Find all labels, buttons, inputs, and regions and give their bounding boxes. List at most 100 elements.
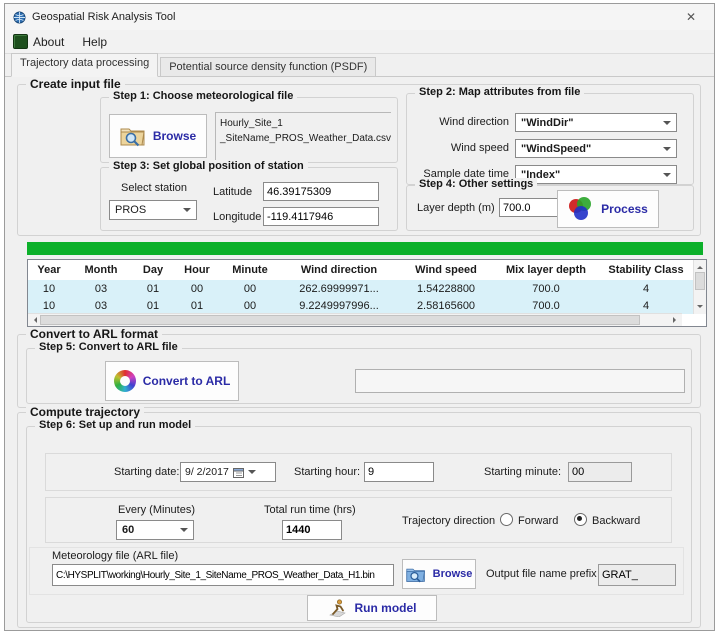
longitude-label: Longitude: [213, 211, 261, 223]
col-wind-speed[interactable]: Wind speed: [398, 260, 494, 280]
met-arl-file-input[interactable]: [52, 564, 394, 586]
cell: 01: [174, 297, 220, 314]
tab-psdf[interactable]: Potential source density function (PSDF): [160, 57, 376, 76]
horizontal-scrollbar[interactable]: [28, 313, 682, 326]
latitude-input[interactable]: [263, 182, 379, 201]
scroll-left-icon[interactable]: [31, 317, 37, 323]
step4-title: Step 4: Other settings: [415, 178, 537, 190]
every-minutes-combo[interactable]: 60: [116, 520, 194, 540]
col-hour[interactable]: Hour: [174, 260, 220, 280]
met-file-name-line2: _SiteName_PROS_Weather_Data.csv: [220, 131, 387, 146]
col-stability-class[interactable]: Stability Class: [598, 260, 694, 280]
layer-depth-input[interactable]: [499, 198, 565, 217]
run-model-button[interactable]: Run model: [307, 595, 437, 621]
wind-direction-combo[interactable]: "WindDir": [515, 113, 677, 132]
cell: 700.0: [494, 297, 598, 314]
group-create-input-file-title: Create input file: [26, 77, 125, 91]
wind-direction-label: Wind direction: [407, 116, 509, 128]
col-mix-layer-depth[interactable]: Mix layer depth: [494, 260, 598, 280]
tab-trajectory-data-processing[interactable]: Trajectory data processing: [11, 53, 158, 77]
browse-button-label: Browse: [153, 129, 196, 143]
col-year[interactable]: Year: [28, 260, 70, 280]
app-icon: [13, 11, 26, 24]
starting-minute-label: Starting minute:: [484, 466, 561, 478]
sample-date-time-combo[interactable]: "Index": [515, 165, 677, 184]
vertical-scrollbar[interactable]: [693, 260, 706, 314]
convert-to-arl-button[interactable]: Convert to ARL: [105, 361, 239, 401]
rgb-circles-icon: [568, 197, 594, 221]
blue-folder-search-icon: [406, 566, 426, 583]
menu-help-label: Help: [82, 35, 107, 49]
forward-radio[interactable]: Forward: [500, 513, 558, 527]
met-file-panel: Meteorology file (ARL file) Browse Outpu…: [29, 547, 684, 595]
rainbow-cycle-icon: [114, 370, 136, 392]
close-button[interactable]: ✕: [678, 8, 704, 26]
cell: 262.69999971...: [280, 280, 398, 297]
table-row[interactable]: 10 03 01 00 00 262.69999971... 1.5422880…: [28, 280, 694, 297]
cell: 4: [598, 297, 694, 314]
scroll-right-icon[interactable]: [673, 317, 679, 323]
about-icon: [13, 34, 28, 49]
convert-to-arl-label: Convert to ARL: [143, 374, 231, 388]
step6-title: Step 6: Set up and run model: [35, 419, 195, 431]
total-run-time-input[interactable]: [282, 520, 342, 540]
process-progress-fill: [27, 242, 703, 255]
forward-radio-label: Forward: [518, 515, 558, 527]
layer-depth-label: Layer depth (m): [417, 202, 495, 214]
col-minute[interactable]: Minute: [220, 260, 280, 280]
menu-about[interactable]: About: [13, 34, 64, 49]
start-time-panel: Starting date: 9/ 2/2017 Starting hour: …: [45, 453, 672, 491]
starting-minute-input[interactable]: [568, 462, 632, 482]
menu-about-label: About: [33, 35, 64, 49]
vertical-scroll-thumb[interactable]: [695, 272, 705, 290]
table-row[interactable]: 10 03 01 01 00 9.2249997996... 2.5816560…: [28, 297, 694, 314]
starting-hour-input[interactable]: [364, 462, 434, 482]
menu-help[interactable]: Help: [82, 35, 107, 49]
group-step1: Step 1: Choose meteorological file Brows…: [100, 97, 398, 163]
table-header-row: Year Month Day Hour Minute Wind directio…: [28, 260, 694, 280]
backward-radio[interactable]: Backward: [574, 513, 640, 527]
choose-met-file-browse-button[interactable]: Browse: [109, 114, 207, 158]
wind-speed-label: Wind speed: [407, 142, 509, 154]
process-button-label: Process: [601, 202, 648, 216]
col-month[interactable]: Month: [70, 260, 132, 280]
output-prefix-input[interactable]: [598, 564, 676, 586]
group-step4: Step 4: Other settings Layer depth (m) P…: [406, 185, 694, 231]
process-button[interactable]: Process: [557, 190, 659, 228]
cell: 01: [132, 297, 174, 314]
forward-radio-icon: [500, 513, 513, 526]
titlebar: Geospatial Risk Analysis Tool ✕: [5, 4, 714, 30]
col-wind-direction[interactable]: Wind direction: [280, 260, 398, 280]
longitude-input[interactable]: [263, 207, 379, 226]
cell: 01: [132, 280, 174, 297]
app-window: Geospatial Risk Analysis Tool ✕ About He…: [4, 3, 715, 631]
weather-data-grid: Year Month Day Hour Minute Wind directio…: [28, 260, 694, 314]
horizontal-scroll-thumb[interactable]: [40, 315, 640, 325]
met-file-name: Hourly_Site_1 _SiteName_PROS_Weather_Dat…: [215, 112, 391, 160]
starting-date-label: Starting date:: [114, 466, 179, 478]
starting-date-value: 9/ 2/2017: [185, 466, 229, 478]
calendar-icon: [233, 467, 244, 478]
starting-hour-label: Starting hour:: [294, 466, 360, 478]
cell: 10: [28, 280, 70, 297]
arl-browse-button[interactable]: Browse: [402, 559, 476, 589]
starting-date-picker[interactable]: 9/ 2/2017: [180, 462, 276, 482]
cell: 00: [220, 280, 280, 297]
cell: 03: [70, 280, 132, 297]
step5-title: Step 5: Convert to ARL file: [35, 341, 182, 353]
col-day[interactable]: Day: [132, 260, 174, 280]
group-convert-title: Convert to ARL format: [26, 327, 162, 341]
wind-speed-combo[interactable]: "WindSpeed": [515, 139, 677, 158]
every-minutes-value: 60: [122, 524, 134, 536]
convert-progress-bar: [355, 369, 685, 393]
weather-data-table: Year Month Day Hour Minute Wind directio…: [27, 259, 707, 327]
scroll-up-icon[interactable]: [697, 263, 703, 269]
station-combo[interactable]: PROS: [109, 200, 197, 220]
scroll-down-icon[interactable]: [697, 305, 703, 311]
every-minutes-label: Every (Minutes): [118, 504, 195, 516]
menubar: About Help: [5, 30, 714, 54]
cell: 1.54228800: [398, 280, 494, 297]
cell: 03: [70, 297, 132, 314]
group-step5: Step 5: Convert to ARL file Convert to A…: [26, 348, 692, 404]
met-file-name-line1: Hourly_Site_1: [220, 116, 387, 131]
